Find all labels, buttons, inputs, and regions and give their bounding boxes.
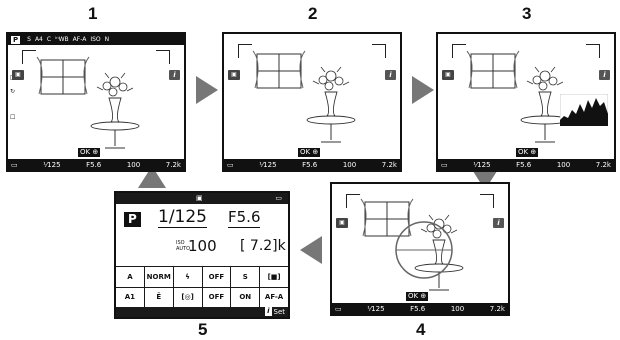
frames-remaining: [ 7.2]k [240, 238, 286, 254]
card-icon: ▣ [196, 194, 203, 202]
left-indicator-2: ↻ [10, 88, 16, 95]
arrow-left-icon [300, 236, 322, 264]
live-view-screen-1: P S A4 C ᴵⁿWB AF-A ISO N □ ↻ ☐ ▣ i OK ⊕ … [6, 32, 186, 172]
top-info-bar: P S A4 C ᴵⁿWB AF-A ISO N [8, 34, 184, 45]
i-menu-cell[interactable]: S [231, 267, 260, 287]
focus-mode-icon: A4 [34, 36, 43, 43]
i-menu-cell[interactable]: OFF [202, 267, 231, 287]
picture-control-icon: ▣ [12, 70, 24, 80]
picture-control-icon: ▣ [228, 70, 240, 80]
virtual-horizon [395, 221, 453, 279]
aperture: F5.6 [228, 208, 261, 228]
shutter-speed: ¹⁄125 [473, 160, 491, 169]
af-frame-corner [480, 194, 494, 208]
battery-icon: ▭ [227, 160, 234, 169]
left-indicator-3: ☐ [10, 114, 16, 121]
info-main-panel: P 1/125 F5.6 ISO AUTO 100 [ 7.2]k [116, 204, 288, 266]
i-menu-cell[interactable]: A [116, 267, 144, 287]
i-button[interactable]: i [493, 218, 504, 228]
frames-remaining: 7.2k [381, 160, 397, 169]
bottom-info-bar: ▭ ¹⁄125 F5.6 100 7.2k [224, 159, 400, 170]
iso-value: 100 [450, 304, 465, 313]
battery-icon: ▭ [11, 160, 18, 169]
exposure-mode: P [124, 212, 141, 227]
iso-value: 100 [126, 160, 141, 169]
live-view-screen-4: ▣ i OK ⊕ ▭ ¹⁄125 F5.6 100 7.2k [330, 182, 510, 316]
picture-control-icon: ▣ [336, 218, 348, 228]
frames-remaining: 7.2k [165, 160, 181, 169]
ok-zoom-indicator: OK ⊕ [516, 148, 539, 157]
panel-number-4: 4 [416, 320, 426, 339]
panel-number-1: 1 [88, 4, 98, 23]
panel-number-5: 5 [198, 320, 208, 339]
af-frame-corner [156, 50, 170, 64]
live-view-screen-3: ▣ i OK ⊕ ▭ ¹⁄125 F5.6 100 7.2k [436, 32, 616, 172]
aperture: F5.6 [86, 160, 102, 169]
iso-value: 100 [342, 160, 357, 169]
panel-number-3: 3 [522, 4, 532, 23]
i-menu-cell[interactable]: AF-A [260, 287, 288, 307]
shutter-speed: 1/125 [158, 207, 207, 228]
frames-remaining: 7.2k [489, 304, 505, 313]
battery-icon: ▭ [441, 160, 448, 169]
aperture: F5.6 [410, 304, 426, 313]
bottom-info-bar: ▭ ¹⁄125 F5.6 100 7.2k [332, 303, 508, 314]
i-menu-cell[interactable]: A1 [116, 287, 144, 307]
battery-icon: ▭ [275, 194, 282, 202]
set-label: Set [273, 307, 286, 316]
af-mode-icon: AF-A [72, 36, 87, 43]
shutter-speed: ¹⁄125 [43, 160, 61, 169]
i-menu-cell[interactable]: [◎] [173, 287, 202, 307]
white-balance-icon: ᴵⁿWB [55, 36, 69, 43]
information-display: ▣ ▭ P 1/125 F5.6 ISO AUTO 100 [ 7.2]k A … [114, 191, 290, 319]
af-frame-corner [586, 44, 600, 58]
i-button[interactable]: i [265, 307, 272, 316]
i-menu-cell[interactable]: OFF [202, 287, 231, 307]
exposure-mode: P [11, 35, 21, 44]
shutter-speed: ¹⁄125 [367, 304, 385, 313]
bottom-info-bar: ▭ ¹⁄125 F5.6 100 7.2k [8, 159, 184, 170]
ok-zoom-indicator: OK ⊕ [406, 292, 429, 301]
live-view-screen-2: ▣ i OK ⊕ ▭ ¹⁄125 F5.6 100 7.2k [222, 32, 402, 172]
scene-image [36, 56, 140, 149]
i-menu-cell[interactable]: Ē [144, 287, 173, 307]
release-mode-icon: S [27, 36, 31, 43]
iso-value: 100 [188, 237, 217, 255]
info-top-bar: ▣ ▭ [116, 193, 288, 203]
ok-zoom-indicator: OK ⊕ [298, 148, 321, 157]
battery-icon: ▭ [335, 304, 342, 313]
panel-number-2: 2 [308, 4, 318, 23]
bottom-info-bar: ▭ ¹⁄125 F5.6 100 7.2k [438, 159, 614, 170]
aperture: F5.6 [302, 160, 318, 169]
i-menu-cell[interactable]: ϟ [173, 267, 202, 287]
shutter-speed: ¹⁄125 [259, 160, 277, 169]
i-menu-cell[interactable]: ON [231, 287, 260, 307]
i-button[interactable]: i [599, 70, 610, 80]
scene-image [252, 50, 356, 143]
iso-icon: ISO [90, 36, 101, 43]
frames-remaining: 7.2k [595, 160, 611, 169]
arrow-right-icon [412, 76, 434, 104]
iso-value: 100 [556, 160, 571, 169]
i-menu-cell[interactable]: [■] [260, 267, 288, 287]
ok-zoom-indicator: OK ⊕ [78, 148, 101, 157]
iso-label: ISO AUTO [176, 240, 191, 252]
af-area-icon: C [46, 36, 52, 43]
arrow-right-icon [196, 76, 218, 104]
info-footer: i Set [265, 307, 285, 316]
aperture: F5.6 [516, 160, 532, 169]
quality-icon: N [104, 36, 110, 43]
af-frame-corner [372, 44, 386, 58]
histogram [560, 94, 608, 126]
picture-control-icon: ▣ [442, 70, 454, 80]
i-menu-grid: A NORM ϟ OFF S [■] A1 Ē [◎] OFF ON AF-A [116, 267, 288, 307]
i-button[interactable]: i [385, 70, 396, 80]
i-button[interactable]: i [169, 70, 180, 80]
i-menu-cell[interactable]: NORM [144, 267, 173, 287]
